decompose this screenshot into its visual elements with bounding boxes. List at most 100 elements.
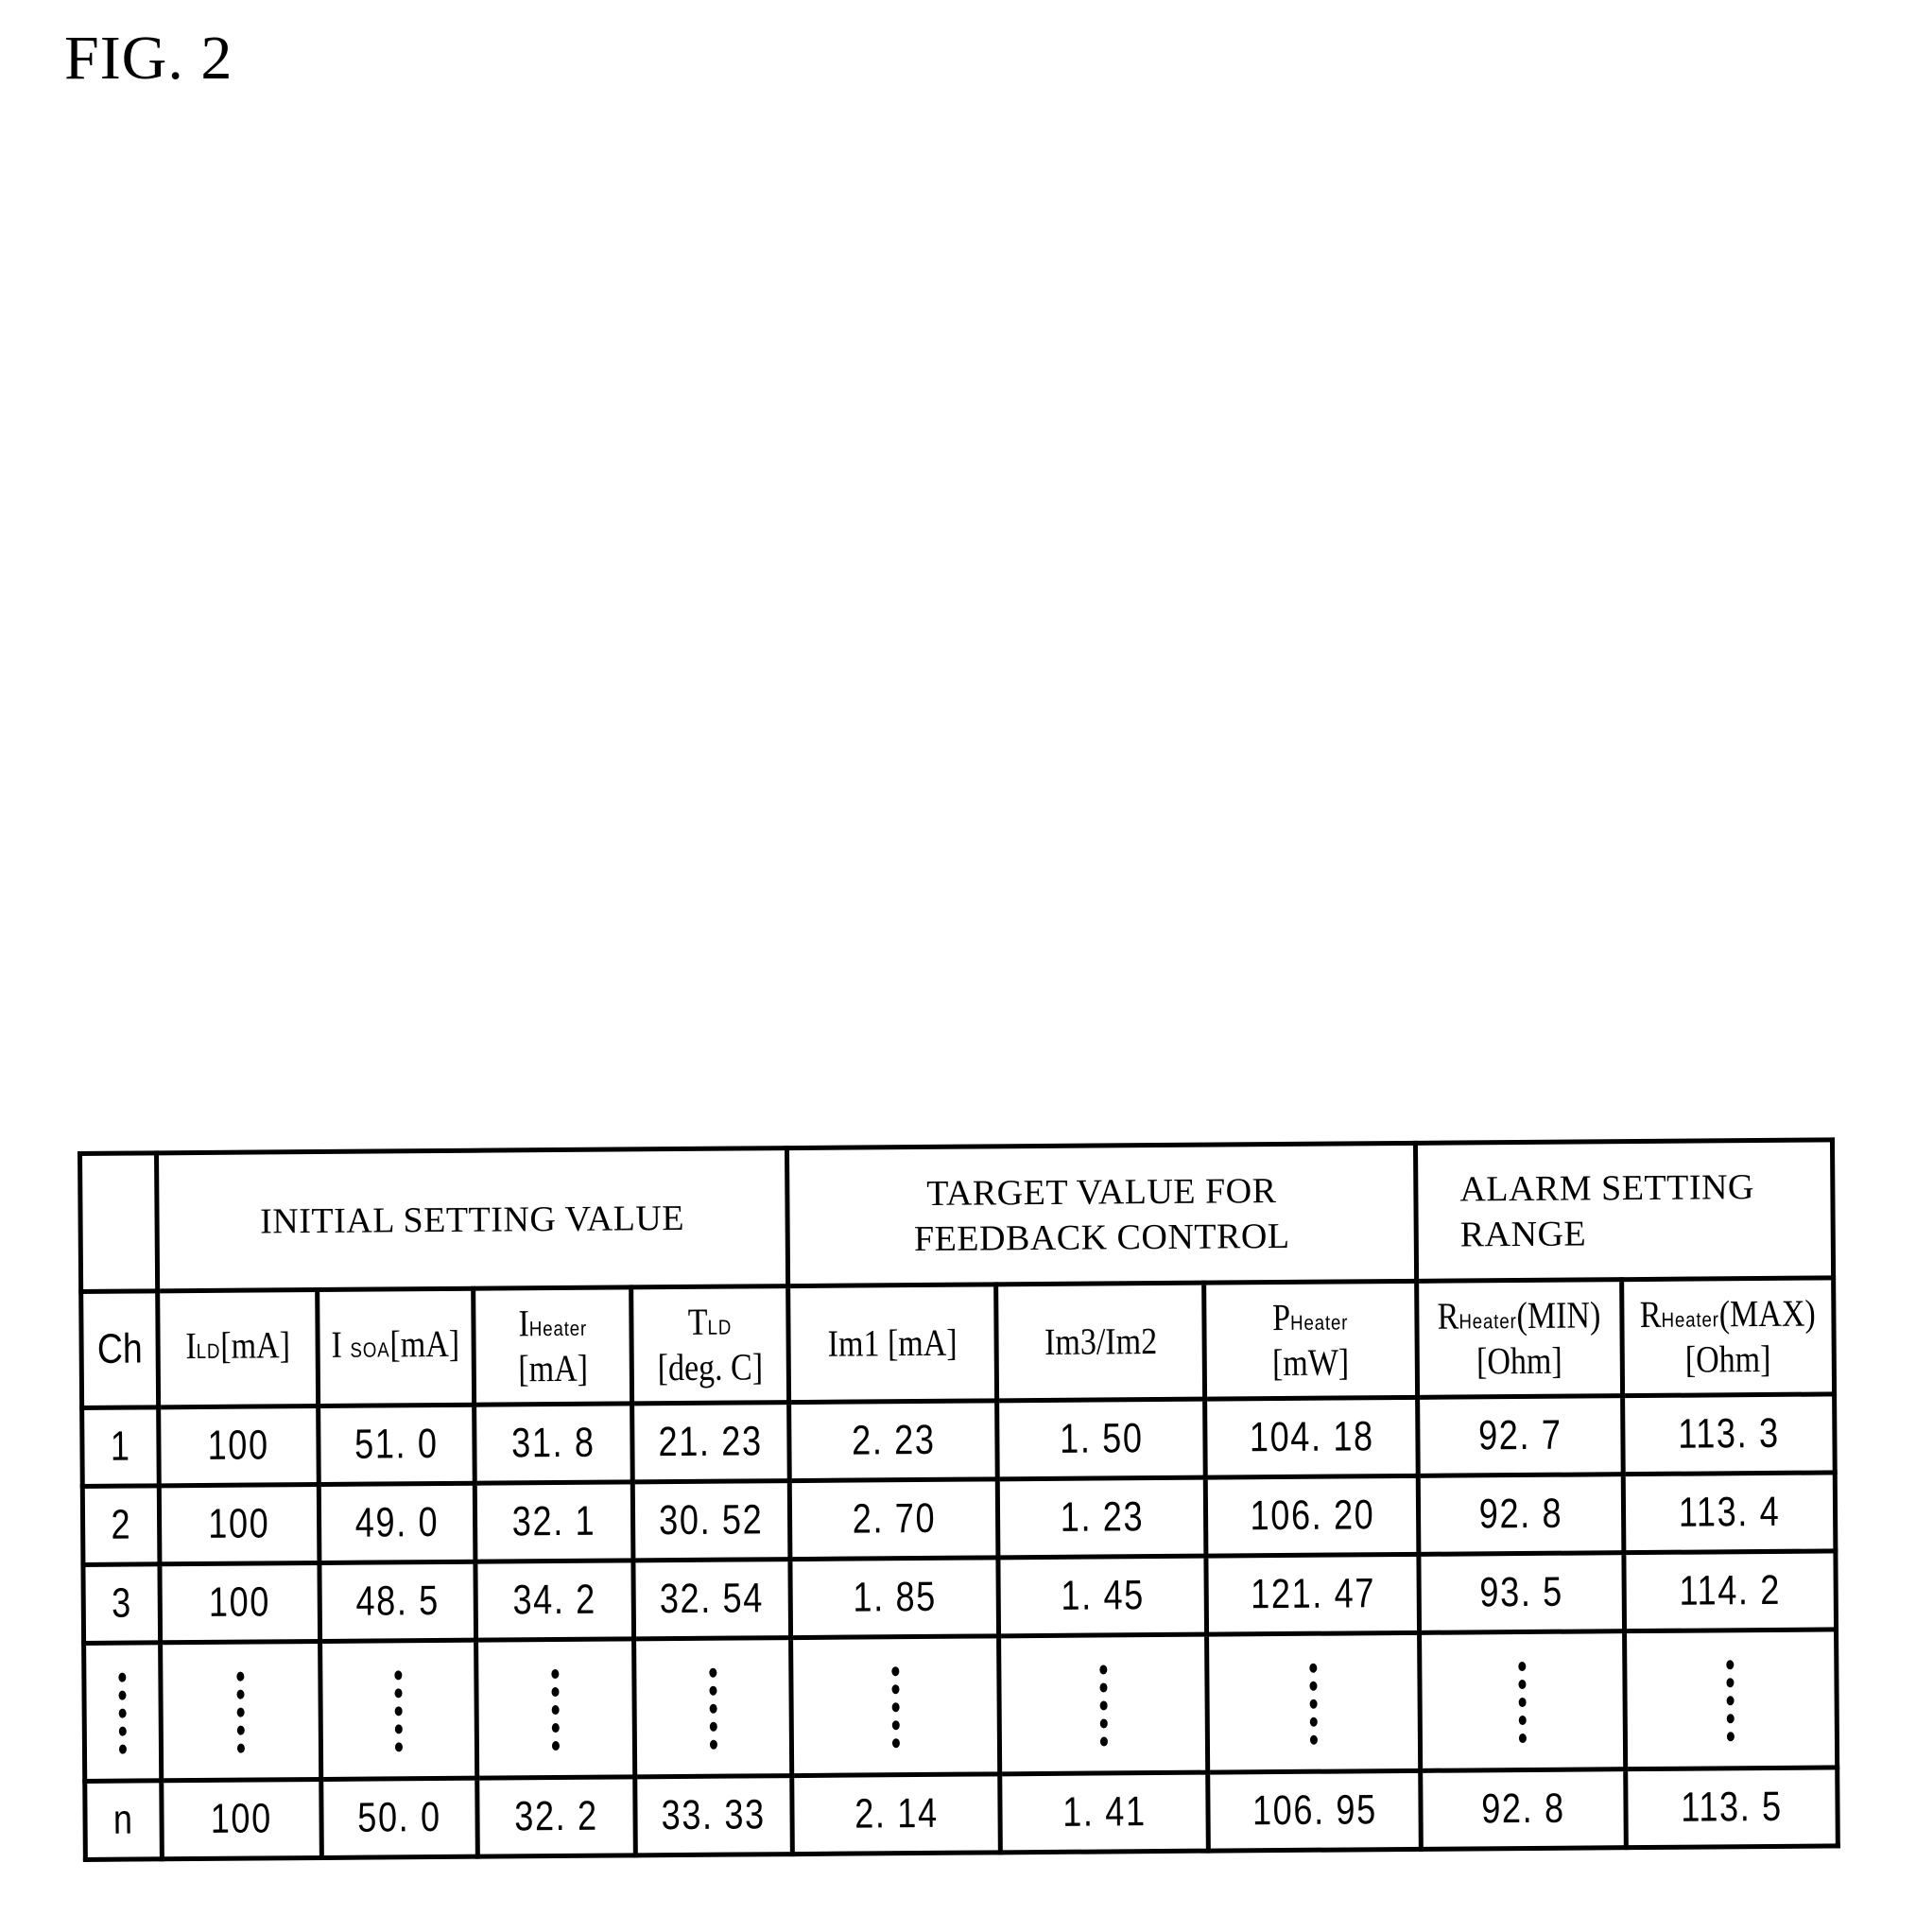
cell-rmin-value: 92. 7: [1477, 1411, 1562, 1459]
col-pheater-unit: [mW]: [1272, 1340, 1350, 1385]
cell-ch: 2: [82, 1485, 160, 1565]
col-rmin-unit: [Ohm]: [1476, 1338, 1563, 1383]
vertical-ellipsis-icon: [551, 1669, 560, 1751]
group-alarm-line1: ALARM SETTING: [1459, 1166, 1755, 1210]
cell-ild: 100: [159, 1484, 319, 1564]
col-pheater-main: P: [1272, 1295, 1291, 1339]
ellipsis-cell: [790, 1635, 1000, 1776]
col-header-ch: Ch: [80, 1290, 159, 1408]
col-im3im2-label: Im3/Im2: [1044, 1320, 1157, 1363]
cell-rmax: 113. 4: [1623, 1472, 1836, 1553]
col-rmin-sub: Heater: [1459, 1309, 1518, 1334]
cell-tld: 21. 23: [631, 1402, 790, 1482]
cell-isoa: 51. 0: [318, 1405, 475, 1485]
cell-pheater: 104. 18: [1204, 1397, 1419, 1478]
cell-ch: 1: [81, 1406, 160, 1487]
cell-im1: 2. 23: [788, 1400, 998, 1481]
ellipsis-row: [83, 1629, 1838, 1782]
cell-iheater-value: 32. 1: [511, 1497, 596, 1545]
ellipsis-cell: [1419, 1630, 1626, 1771]
col-header-ild: ILD[mA]: [157, 1289, 319, 1407]
group-target-line1: TARGET VALUE FOR: [926, 1170, 1277, 1214]
cell-ild: 100: [161, 1779, 322, 1859]
cell-im1-value: 2. 70: [852, 1494, 936, 1543]
col-rmax-suffix: (MAX): [1718, 1291, 1816, 1336]
vertical-ellipsis-icon: [1309, 1663, 1318, 1745]
cell-rmax: 114. 2: [1623, 1550, 1837, 1631]
cell-ild-value: 100: [208, 1578, 271, 1626]
col-rmax-unit: [Ohm]: [1684, 1337, 1771, 1381]
cell-im3im2: 1. 41: [999, 1772, 1209, 1853]
col-isoa-sub: SOA: [350, 1337, 390, 1362]
col-rmin-suffix: (MIN): [1516, 1293, 1601, 1337]
cell-isoa: 50. 0: [320, 1778, 478, 1858]
col-tld-unit: [deg. C]: [657, 1345, 764, 1389]
cell-rmin: 92. 7: [1417, 1395, 1624, 1476]
cell-rmin-value: 92. 8: [1478, 1490, 1563, 1538]
cell-rmax-value: 114. 2: [1679, 1566, 1781, 1614]
cell-rmax-value: 113. 4: [1678, 1488, 1781, 1536]
cell-im1: 2. 14: [791, 1773, 1001, 1854]
col-tld-sub: LD: [707, 1315, 733, 1339]
table-row: n 100 50. 0 32. 2 33. 33 2. 14 1. 41 106…: [84, 1767, 1838, 1860]
col-ild-unit: [mA]: [220, 1323, 291, 1367]
cell-rmin-value: 92. 8: [1481, 1785, 1565, 1833]
table-row: 1 100 51. 0 31. 8 21. 23 2. 23 1. 50 104…: [81, 1393, 1835, 1487]
cell-iheater-value: 34. 2: [512, 1576, 597, 1624]
col-iheater-sub: Heater: [528, 1316, 587, 1341]
cell-isoa: 49. 0: [319, 1483, 475, 1563]
vertical-ellipsis-icon: [890, 1666, 900, 1749]
cell-iheater: 32. 2: [476, 1776, 636, 1857]
cell-tld-value: 21. 23: [658, 1418, 764, 1466]
cell-pheater: 106. 20: [1205, 1475, 1419, 1557]
cell-im3im2: 1. 45: [997, 1556, 1207, 1636]
col-header-rheater-min: RHeater(MIN) [Ohm]: [1416, 1279, 1623, 1398]
cell-im3im2: 1. 50: [996, 1399, 1206, 1479]
col-header-tld: TLD [deg. C]: [630, 1285, 789, 1404]
col-ild-sub: LD: [196, 1338, 221, 1364]
cell-im3im2: 1. 23: [997, 1477, 1206, 1558]
col-rmax-sub: Heater: [1661, 1307, 1719, 1332]
figure-title: FIG. 2: [64, 24, 233, 93]
cell-ild: 100: [158, 1406, 319, 1486]
cell-ild: 100: [159, 1562, 320, 1643]
cell-iheater: 32. 1: [475, 1481, 633, 1562]
col-rmin-main: R: [1437, 1294, 1459, 1337]
col-header-im1: Im1 [mA]: [787, 1284, 997, 1403]
group-target-line2: FEEDBACK CONTROL: [913, 1216, 1290, 1259]
cell-im1-value: 2. 14: [854, 1789, 939, 1837]
col-rmax-main: R: [1639, 1292, 1662, 1337]
cell-ch-value: 3: [111, 1579, 132, 1627]
group-target-value: TARGET VALUE FOR FEEDBACK CONTROL: [786, 1143, 1417, 1286]
group-alarm-setting-range: ALARM SETTING RANGE: [1415, 1139, 1834, 1282]
ellipsis-cell: [1624, 1629, 1838, 1769]
cell-iheater: 34. 2: [475, 1560, 634, 1641]
group-initial-setting-value: INITIAL SETTING VALUE: [156, 1147, 788, 1291]
cell-tld-value: 30. 52: [659, 1496, 764, 1544]
cell-ch: n: [84, 1780, 163, 1860]
cell-im1-value: 2. 23: [851, 1416, 936, 1464]
col-pheater-sub: Heater: [1290, 1310, 1349, 1335]
cell-im3im2-value: 1. 50: [1059, 1415, 1144, 1462]
col-header-rheater-max: RHeater(MAX) [Ohm]: [1621, 1277, 1835, 1396]
blank-corner-cell: [79, 1152, 158, 1292]
cell-im3im2-value: 1. 41: [1062, 1788, 1147, 1836]
ellipsis-cell: [160, 1641, 321, 1781]
cell-ch-value: 2: [111, 1501, 132, 1548]
cell-tld-value: 33. 33: [661, 1791, 767, 1839]
cell-iheater-value: 31. 8: [511, 1419, 596, 1467]
cell-rmin: 92. 8: [1420, 1768, 1627, 1850]
cell-ch-value: n: [112, 1796, 134, 1843]
ellipsis-cell: [475, 1638, 635, 1779]
cell-isoa: 48. 5: [319, 1561, 476, 1642]
col-header-im3im2: Im3/Im2: [995, 1283, 1205, 1401]
cell-rmax: 113. 5: [1625, 1767, 1838, 1848]
cell-ch-value: 1: [110, 1423, 131, 1470]
cell-rmin: 93. 5: [1418, 1552, 1625, 1633]
col-iheater-main: I: [517, 1302, 529, 1345]
vertical-ellipsis-icon: [394, 1670, 404, 1752]
table-row: 2 100 49. 0 32. 1 30. 52 2. 70 1. 23 106…: [82, 1472, 1836, 1565]
cell-im3im2-value: 1. 23: [1060, 1493, 1144, 1541]
cell-pheater-value: 106. 20: [1249, 1492, 1375, 1540]
cell-isoa-value: 48. 5: [355, 1578, 440, 1625]
